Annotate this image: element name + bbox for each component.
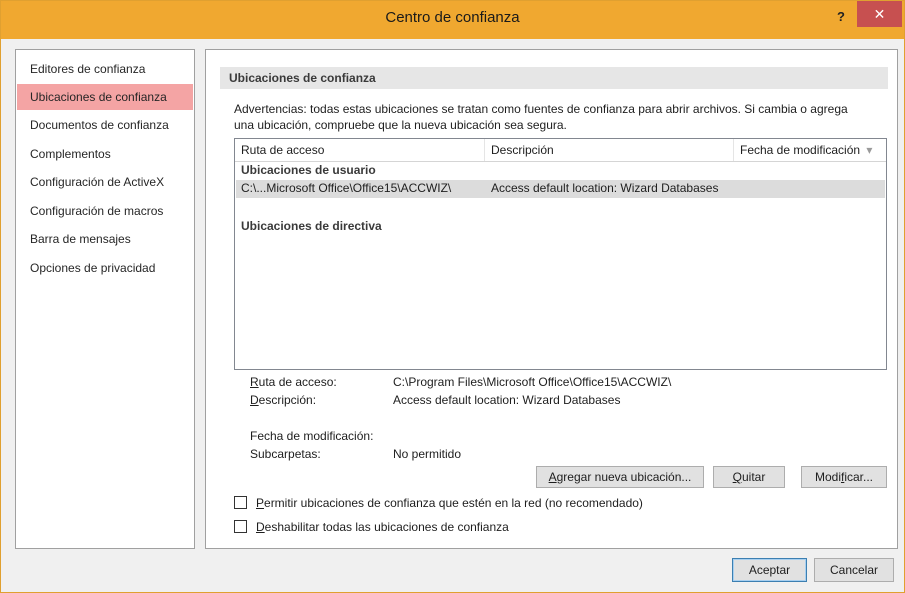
nav-item-trusted-publishers[interactable]: Editores de confianza [17, 56, 193, 82]
add-location-key: A [548, 470, 557, 484]
detail-description-rest: escripción: [258, 393, 317, 407]
modify-button[interactable]: Modificar... [801, 466, 887, 488]
group-user-locations: Ubicaciones de usuario [241, 163, 376, 177]
warning-line-1: Advertencias: todas estas ubicaciones se… [234, 102, 848, 116]
nav-item-macros[interactable]: Configuración de macros [17, 198, 193, 224]
disable-all-label: eshabilitar todas las ubicaciones de con… [264, 520, 509, 534]
add-location-button[interactable]: Agregar nueva ubicación... [536, 466, 704, 488]
detail-path-value: C:\Program Files\Microsoft Office\Office… [393, 375, 672, 389]
trust-center-dialog: Centro de confianza ? ✕ Editores de conf… [0, 0, 905, 593]
add-location-rest: gregar nueva ubicación... [556, 470, 692, 484]
detail-subfolders-label: Subcarpetas: [250, 447, 321, 461]
table-row[interactable]: C:\...Microsoft Office\Office15\ACCWIZ\ … [236, 180, 885, 198]
detail-description-value: Access default location: Wizard Database… [393, 393, 621, 407]
ok-button[interactable]: Aceptar [732, 558, 807, 582]
modify-rest: icar... [844, 470, 874, 484]
detail-description-label: Descripción: [250, 393, 316, 407]
row-description: Access default location: Wizard Database… [491, 181, 719, 195]
nav-item-trusted-documents[interactable]: Documentos de confianza [17, 112, 193, 138]
window-title: Centro de confianza [385, 9, 520, 26]
warning-text: Advertencias: todas estas ubicaciones se… [234, 101, 894, 133]
allow-network-key: P [256, 496, 265, 510]
detail-path-rest: uta de acceso: [258, 375, 337, 389]
title-bar[interactable]: Centro de confianza ? ✕ [1, 1, 904, 39]
group-policy-locations: Ubicaciones de directiva [241, 219, 382, 233]
disable-all-option[interactable]: Deshabilitar todas las ubicaciones de co… [234, 520, 509, 534]
sort-arrow-icon: ▾ [866, 143, 873, 157]
column-header-path[interactable]: Ruta de acceso [235, 139, 485, 161]
remove-rest: uitar [742, 470, 766, 484]
remove-button[interactable]: Quitar [713, 466, 785, 488]
modify-pre: Modi [814, 470, 841, 484]
detail-path-key: R [250, 375, 259, 389]
nav-item-activex[interactable]: Configuración de ActiveX [17, 169, 193, 195]
locations-list[interactable]: Ruta de acceso Descripción Fecha de modi… [234, 138, 887, 370]
detail-modified-label: Fecha de modificación: [250, 429, 374, 443]
warning-line-2: una ubicación, compruebe que la nueva ub… [234, 118, 567, 132]
column-header-modified[interactable]: Fecha de modificación ▾ [734, 139, 886, 161]
detail-path-label: Ruta de acceso: [250, 375, 337, 389]
disable-all-checkbox[interactable] [234, 520, 247, 533]
help-button[interactable]: ? [829, 7, 853, 27]
nav-item-message-bar[interactable]: Barra de mensajes [17, 226, 193, 252]
content-panel: Ubicaciones de confianza Advertencias: t… [205, 49, 898, 549]
list-header: Ruta de acceso Descripción Fecha de modi… [235, 139, 886, 162]
column-header-modified-label: Fecha de modificación [740, 143, 861, 157]
cancel-button[interactable]: Cancelar [814, 558, 894, 582]
category-nav: Editores de confianza Ubicaciones de con… [15, 49, 195, 549]
nav-item-privacy[interactable]: Opciones de privacidad [17, 255, 193, 281]
detail-description-key: D [250, 393, 259, 407]
close-button[interactable]: ✕ [857, 1, 902, 27]
column-header-description[interactable]: Descripción [485, 139, 734, 161]
allow-network-checkbox[interactable] [234, 496, 247, 509]
detail-subfolders-value: No permitido [393, 447, 462, 461]
section-title: Ubicaciones de confianza [220, 67, 888, 89]
allow-network-option[interactable]: Permitir ubicaciones de confianza que es… [234, 496, 643, 510]
remove-key: Q [732, 470, 742, 484]
nav-item-trusted-locations[interactable]: Ubicaciones de confianza [17, 84, 193, 110]
row-path: C:\...Microsoft Office\Office15\ACCWIZ\ [241, 181, 452, 195]
disable-all-key: D [256, 520, 265, 534]
nav-item-add-ins[interactable]: Complementos [17, 141, 193, 167]
allow-network-label: ermitir ubicaciones de confianza que est… [264, 496, 643, 510]
